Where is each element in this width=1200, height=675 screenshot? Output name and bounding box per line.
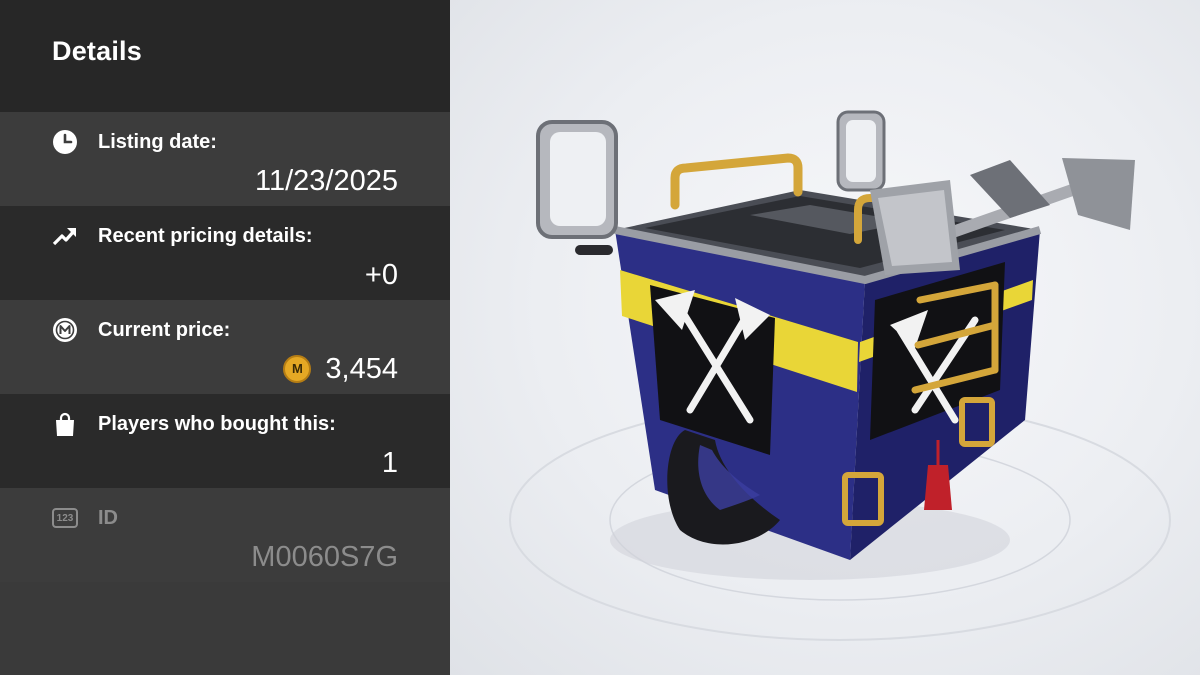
panel-header: Details bbox=[0, 0, 450, 112]
listing-date-row: Listing date: 11/23/2025 bbox=[0, 112, 450, 206]
id-value: M0060S7G bbox=[251, 541, 398, 573]
recent-pricing-label: Recent pricing details: bbox=[98, 224, 313, 247]
recent-pricing-value: +0 bbox=[364, 259, 398, 291]
shopping-bag-icon bbox=[52, 411, 78, 437]
details-panel: Details Listing date: 11/23/2025 Recent … bbox=[0, 0, 450, 675]
item-3d-viewer[interactable] bbox=[450, 0, 1200, 675]
gold-coin-icon: M bbox=[283, 355, 312, 383]
listing-date-label: Listing date: bbox=[98, 130, 217, 153]
listing-date-value: 11/23/2025 bbox=[255, 165, 398, 197]
number-badge-icon: 123 bbox=[52, 508, 78, 528]
medal-coin-icon bbox=[52, 317, 78, 343]
id-row: 123 ID M0060S7G bbox=[0, 488, 450, 582]
id-label: ID bbox=[98, 506, 118, 529]
recent-pricing-row: Recent pricing details: +0 bbox=[0, 206, 450, 300]
panel-title: Details bbox=[52, 36, 142, 66]
trend-up-icon bbox=[52, 223, 78, 249]
current-price-label: Current price: bbox=[98, 318, 231, 341]
current-price-value: 3,454 bbox=[325, 353, 398, 385]
clock-icon bbox=[52, 129, 78, 155]
players-bought-row: Players who bought this: 1 bbox=[0, 394, 450, 488]
current-price-row: Current price: M 3,454 bbox=[0, 300, 450, 394]
kart-body-illustration bbox=[509, 110, 1171, 641]
players-bought-label: Players who bought this: bbox=[98, 412, 336, 435]
players-bought-value: 1 bbox=[381, 447, 398, 479]
